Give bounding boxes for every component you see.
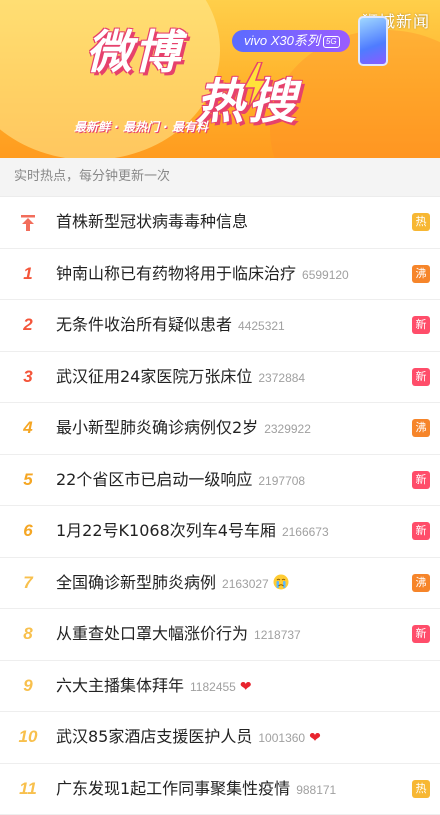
topic-title[interactable]: 钟南山称已有药物将用于临床治疗 [56, 264, 296, 283]
rank-number: 9 [14, 661, 42, 711]
search-count: 988171 [296, 783, 336, 797]
search-count: 2163027 [222, 577, 269, 591]
hot-search-item[interactable]: 9 六大主播集体拜年 1182455 ❤ [0, 661, 440, 713]
status-badge: 沸 [412, 419, 430, 437]
search-count: 2372884 [258, 371, 305, 385]
update-notice: 实时热点，每分钟更新一次 [0, 158, 440, 197]
hot-search-item[interactable]: 首株新型冠状病毒毒种信息 热 [0, 197, 440, 249]
status-badge: 新 [412, 522, 430, 540]
status-badge: 新 [412, 625, 430, 643]
topic-title[interactable]: 首株新型冠状病毒毒种信息 [56, 212, 248, 231]
item-content: 从重查处口罩大幅涨价行为 1218737 [56, 609, 400, 659]
item-content: 无条件收治所有疑似患者 4425321 [56, 300, 400, 350]
rank-number: 11 [14, 764, 42, 814]
topic-title[interactable]: 全国确诊新型肺炎病例 [56, 573, 216, 592]
rank-number: 6 [14, 506, 42, 556]
sponsor-badge[interactable]: vivo X30系列5G [232, 30, 350, 52]
rank-number: 5 [14, 455, 42, 505]
hot-search-list: 首株新型冠状病毒毒种信息热1钟南山称已有药物将用于临床治疗6599120沸2无条… [0, 197, 440, 815]
heart-icon: ❤ [309, 730, 321, 746]
phone-image [358, 16, 388, 66]
status-badge: 新 [412, 368, 430, 386]
item-content: 六大主播集体拜年 1182455 ❤ [56, 661, 400, 711]
rank-number: 3 [14, 352, 42, 402]
rank-number: 8 [14, 609, 42, 659]
sponsor-label: vivo X30系列 [244, 33, 320, 48]
lightning-icon [240, 62, 270, 110]
topic-title[interactable]: 武汉85家酒店支援医护人员 [56, 727, 252, 746]
hot-search-item[interactable]: 7 全国确诊新型肺炎病例 2163027 沸 [0, 558, 440, 610]
search-count: 4425321 [238, 319, 285, 333]
search-count: 1182455 [190, 680, 236, 694]
banner-tagline: 最新鲜 · 最热门 · 最有料 [74, 118, 208, 135]
status-badge: 新 [412, 316, 430, 334]
status-badge: 热 [412, 780, 430, 798]
topic-title[interactable]: 从重查处口罩大幅涨价行为 [56, 624, 248, 643]
pinned-top-icon [14, 197, 42, 247]
hot-search-item[interactable]: 3 武汉征用24家医院万张床位 2372884 新 [0, 352, 440, 404]
search-count: 2166673 [282, 525, 329, 539]
status-badge: 新 [412, 471, 430, 489]
rank-number: 7 [14, 558, 42, 608]
hot-search-item[interactable]: 1 钟南山称已有药物将用于临床治疗 6599120 沸 [0, 249, 440, 301]
search-count: 2197708 [258, 474, 305, 488]
item-content: 武汉征用24家医院万张床位 2372884 [56, 352, 400, 402]
hot-search-item[interactable]: 5 22个省区市已启动一级响应 2197708 新 [0, 455, 440, 507]
search-count: 6599120 [302, 268, 349, 282]
search-count: 1218737 [254, 628, 301, 642]
topic-title[interactable]: 六大主播集体拜年 [56, 676, 184, 695]
status-badge: 沸 [412, 265, 430, 283]
topic-title[interactable]: 1月22号K1068次列车4号车厢 [56, 521, 276, 540]
hot-search-item[interactable]: 8 从重查处口罩大幅涨价行为 1218737 新 [0, 609, 440, 661]
topic-title[interactable]: 无条件收治所有疑似患者 [56, 315, 232, 334]
item-content: 最小新型肺炎确诊病例仅2岁 2329922 [56, 403, 400, 453]
item-content: 1月22号K1068次列车4号车厢 2166673 [56, 506, 400, 556]
hot-search-item[interactable]: 6 1月22号K1068次列车4号车厢 2166673 新 [0, 506, 440, 558]
heart-icon: ❤ [240, 679, 252, 695]
5g-badge: 5G [323, 36, 340, 48]
item-content: 武汉85家酒店支援医护人员 1001360 ❤ [56, 712, 400, 762]
hot-search-banner[interactable]: 狮城新闻 微博 热搜 vivo X30系列5G 最新鲜 · 最热门 · 最有料 [0, 0, 440, 158]
rank-number: 10 [14, 712, 42, 762]
hot-search-item[interactable]: 2 无条件收治所有疑似患者 4425321 新 [0, 300, 440, 352]
banner-title-weibo: 微博 [86, 16, 182, 82]
hot-search-item[interactable]: 4 最小新型肺炎确诊病例仅2岁 2329922 沸 [0, 403, 440, 455]
rank-number: 4 [14, 403, 42, 453]
item-content: 广东发现1起工作同事聚集性疫情 988171 [56, 764, 400, 814]
topic-title[interactable]: 广东发现1起工作同事聚集性疫情 [56, 779, 290, 798]
item-content: 全国确诊新型肺炎病例 2163027 [56, 558, 400, 608]
rank-number: 1 [14, 249, 42, 299]
search-count: 2329922 [264, 422, 311, 436]
topic-title[interactable]: 武汉征用24家医院万张床位 [56, 367, 252, 386]
item-content: 22个省区市已启动一级响应 2197708 [56, 455, 400, 505]
crying-face-icon [273, 576, 289, 592]
item-content: 首株新型冠状病毒毒种信息 [56, 197, 400, 247]
status-badge: 沸 [412, 574, 430, 592]
hot-search-item[interactable]: 11 广东发现1起工作同事聚集性疫情 988171 热 [0, 764, 440, 815]
status-badge: 热 [412, 213, 430, 231]
topic-title[interactable]: 22个省区市已启动一级响应 [56, 470, 252, 489]
search-count: 1001360 [258, 731, 305, 745]
hot-search-item[interactable]: 10 武汉85家酒店支援医护人员 1001360 ❤ [0, 712, 440, 764]
topic-title[interactable]: 最小新型肺炎确诊病例仅2岁 [56, 418, 258, 437]
item-content: 钟南山称已有药物将用于临床治疗 6599120 [56, 249, 400, 299]
rank-number: 2 [14, 300, 42, 350]
